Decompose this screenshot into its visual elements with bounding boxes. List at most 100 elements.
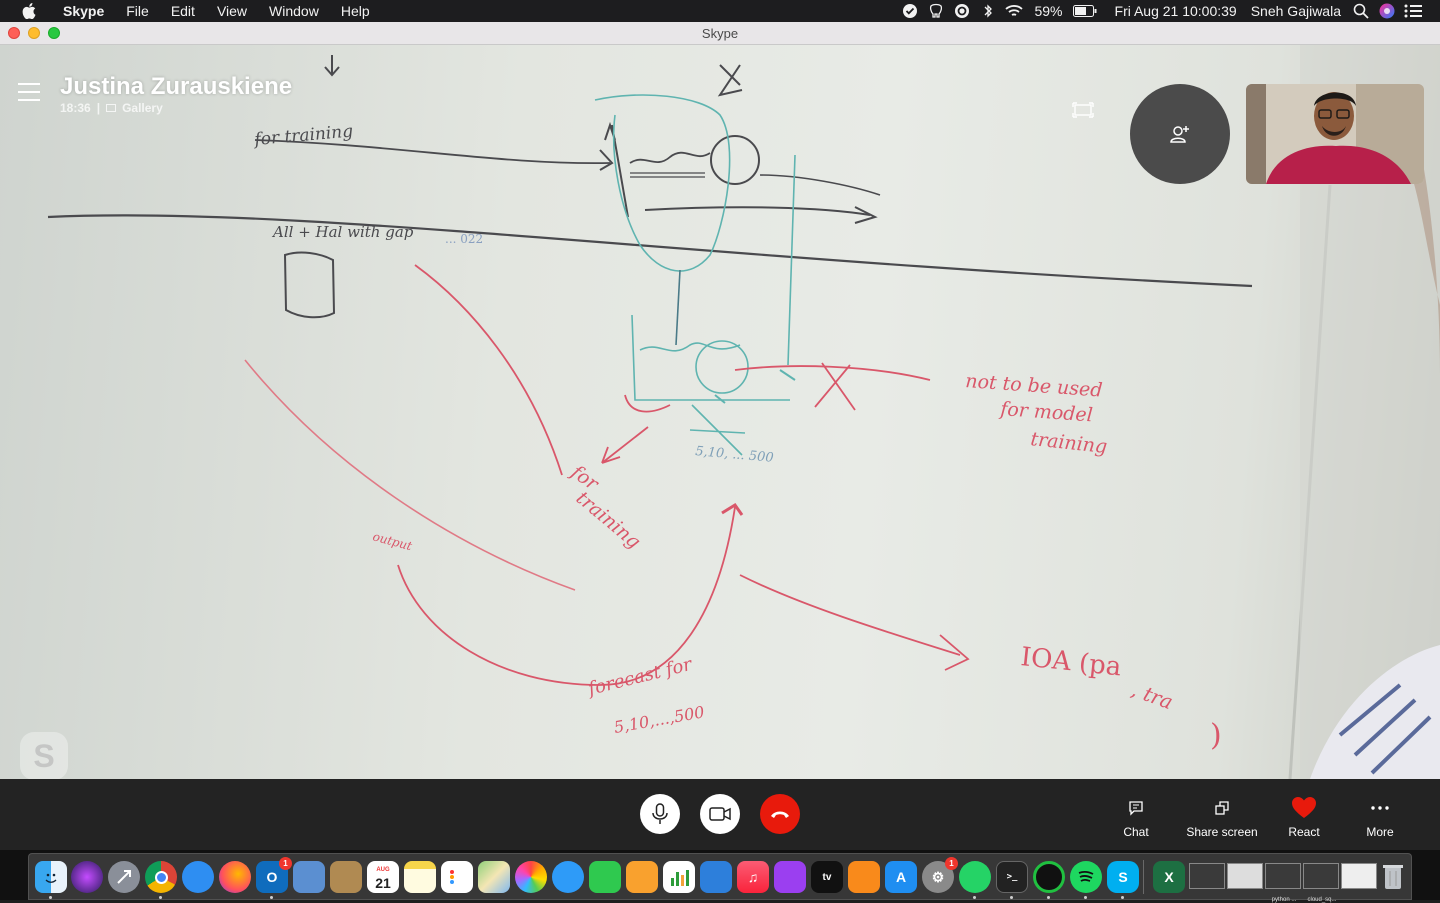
minimized-window-python[interactable]: python ... [1265,863,1301,903]
fit-screen-icon[interactable] [1072,102,1094,118]
pages-icon[interactable] [626,861,658,893]
call-duration: 18:36 [60,101,91,115]
more-options-button[interactable]: More [1335,797,1425,839]
wb-text-tra: , tra [1128,677,1176,714]
battery-icon[interactable] [1070,0,1100,22]
app-store-icon[interactable]: A [885,861,917,893]
notification-center-icon[interactable] [1400,0,1426,22]
chat-bubble-icon [1129,801,1143,816]
menu-view[interactable]: View [206,0,258,22]
apple-icon[interactable] [18,0,40,22]
video-camera-icon [709,807,731,821]
messages-icon[interactable] [552,861,584,893]
share-screen-label: Share screen [1186,825,1258,839]
siri-app-icon[interactable] [71,861,103,893]
chrome-icon[interactable] [145,861,177,893]
view-mode-label[interactable]: Gallery [122,101,163,115]
clock-datetime[interactable]: Fri Aug 21 10:00:39 [1108,0,1244,22]
terminal-running-dot [1010,896,1013,899]
trash-icon[interactable] [1377,861,1409,893]
menu-app-skype[interactable]: Skype [52,0,115,22]
mute-microphone-button[interactable] [640,794,680,834]
finder-icon[interactable] [35,861,67,893]
skype-window: Skype for training All + Hal with gap ..… [0,22,1440,850]
safari-icon[interactable] [182,861,214,893]
books-icon[interactable] [848,861,880,893]
podcasts-icon[interactable] [774,861,806,893]
launchpad-icon[interactable] [108,861,140,893]
user-name[interactable]: Sneh Gajiwala [1244,0,1348,22]
gallery-icon[interactable] [106,104,117,112]
wifi-icon[interactable] [1001,0,1027,22]
menu-window[interactable]: Window [258,0,330,22]
window-titlebar[interactable]: Skype [0,22,1440,45]
chat-button[interactable]: Chat [1091,797,1181,839]
excel-document-icon[interactable]: X [1153,861,1185,893]
reminders-icon[interactable] [441,861,473,893]
add-participant-button[interactable] [1130,84,1230,184]
more-label: More [1366,825,1394,839]
skype-icon[interactable]: S [1107,861,1139,893]
menu-help[interactable]: Help [330,0,381,22]
end-call-button[interactable] [760,794,800,834]
checkmark-status-icon[interactable] [897,0,923,22]
keynote-icon[interactable] [700,861,732,893]
calendar-icon[interactable]: AUG 21 [367,861,399,893]
share-screen-button[interactable]: Share screen [1177,797,1267,839]
numbers-icon[interactable] [663,861,695,893]
music-icon[interactable]: ♫ [737,861,769,893]
system-preferences-icon[interactable]: ⚙ 1 [922,857,958,893]
wb-text-all-hal: All + Hal with gap [271,223,414,241]
minimized-window-1[interactable] [1189,863,1225,889]
wb-text-dots: ... 022 [445,232,483,246]
outlook-icon[interactable]: O1 [256,857,292,893]
remote-video-feed[interactable]: for training All + Hal with gap ... 022 … [0,45,1440,779]
wb-text-output: output [371,529,413,553]
firefox-icon[interactable] [219,861,251,893]
spotlight-search-icon[interactable] [1348,0,1374,22]
wb-text-5-10-500: 5,10, ... 500 [695,444,775,466]
facetime-icon[interactable] [589,861,621,893]
hangup-phone-icon [771,811,789,818]
wb-text-for-training-top: for training [252,121,354,150]
maps-icon[interactable] [478,861,510,893]
preview-icon[interactable] [293,861,325,893]
toggle-video-button[interactable] [700,794,740,834]
activity-running-dot [1047,896,1050,899]
ellipsis-icon [1371,806,1389,810]
siri-icon[interactable] [1374,0,1400,22]
terminal-icon[interactable]: >_ [996,861,1028,893]
wb-text-training-right: training [1029,428,1108,458]
minimized-window-cloud[interactable]: cloud_sq... [1303,863,1339,903]
hamburger-menu-icon[interactable] [18,83,40,101]
minimized-window-2[interactable] [1227,863,1263,889]
spotify-icon[interactable] [1070,861,1102,893]
minimized-window-browser[interactable] [1341,863,1377,889]
chrome-running-dot [159,896,162,899]
caller-name: Justina Zurauskiene [60,73,293,100]
self-video-preview[interactable] [1246,84,1424,184]
call-controls-bar: Chat Share screen React More [0,779,1440,850]
call-meta: 18:36 | Gallery [60,101,163,115]
chat-label: Chat [1123,825,1149,839]
wb-text-for-model: for model [998,398,1094,427]
notes-icon[interactable] [404,861,436,893]
whatsapp-icon[interactable] [959,861,991,893]
calendar-day: 21 [375,875,391,891]
wb-text-training-mid: training [572,487,645,553]
activity-ring-icon[interactable] [1033,861,1065,893]
menu-bar: Skype File Edit View Window Help 59% Fri… [0,0,1440,22]
wb-text-not-to-be-used: not to be used [965,370,1104,402]
photos-icon[interactable] [515,861,547,893]
database-elephant-icon[interactable] [923,0,949,22]
microphone-icon [652,803,668,824]
sync-circle-icon[interactable] [949,0,975,22]
share-screen-icon [1215,801,1229,815]
battery-percent[interactable]: 59% [1027,0,1069,22]
menu-edit[interactable]: Edit [160,0,206,22]
apple-tv-icon[interactable]: tv [811,861,843,893]
menu-file[interactable]: File [115,0,160,22]
bluetooth-icon[interactable] [975,0,1001,22]
wb-text-ioa: IOA (pa [1019,642,1123,682]
contacts-icon[interactable] [330,861,362,893]
